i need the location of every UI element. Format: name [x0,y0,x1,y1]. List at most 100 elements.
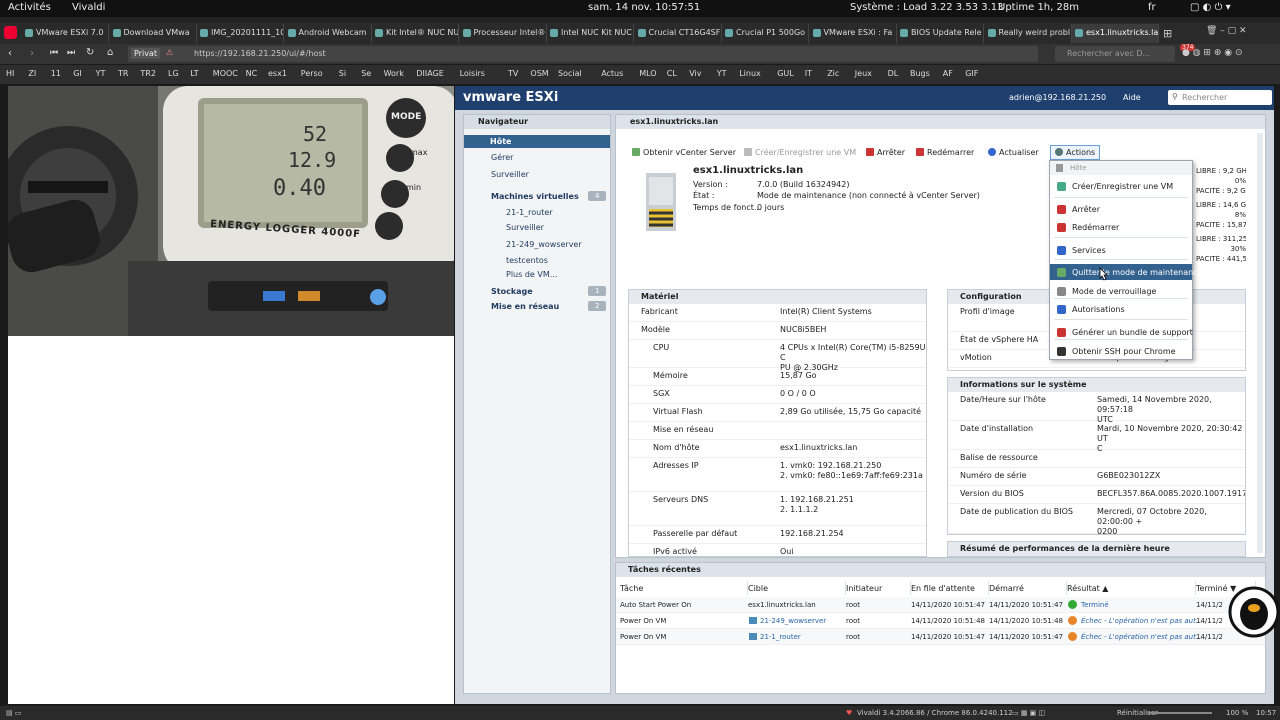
fastforward-icon[interactable]: ⏭ [67,48,75,58]
browser-tab[interactable]: Intel NUC Kit NUC [547,24,634,43]
bookmark-item[interactable]: LG [168,69,179,78]
nav-vm1-monitor[interactable]: Surveiller [506,223,544,232]
panel-toggle-icon[interactable]: ▤ ▭ [6,709,21,717]
host-item[interactable] [464,135,610,148]
home-icon[interactable]: ⌂ [107,47,113,58]
language-indicator[interactable]: fr [1148,2,1156,13]
bookmark-item[interactable]: NC [246,69,258,78]
window-controls-icon[interactable]: ▢ ◐ ⏻ ▾ [1190,2,1231,13]
web-search-field[interactable]: Rechercher avec D... [1055,46,1175,62]
browser-tab[interactable]: esx1.linuxtricks.la [1072,24,1159,43]
bookmark-item[interactable]: TV [508,69,518,78]
bookmark-item[interactable]: 11 [51,69,61,78]
forward-button-icon[interactable]: › [30,48,34,59]
browser-tab[interactable]: Crucial P1 500Go [722,24,809,43]
browser-tab[interactable]: Kit Intel® NUC NU [372,24,459,43]
actions-menu-item[interactable]: Arrêter [1050,201,1192,217]
rewind-icon[interactable]: ⏮ [50,48,58,58]
bookmark-item[interactable]: YT [717,69,727,78]
task-column-header[interactable]: Tâche [620,581,748,595]
actions-menu-item[interactable]: Créer/Enregistrer une VM [1050,178,1192,194]
browser-tab[interactable]: Android Webcam [285,24,372,43]
url-field[interactable]: Privat ⚠ https://192.168.21.250/ui/#/hos… [128,46,1038,62]
bookmark-item[interactable]: AF [943,69,953,78]
actions-menu-item[interactable]: Obtenir SSH pour Chrome [1050,343,1192,359]
bookmark-item[interactable]: GI [73,69,82,78]
bookmark-item[interactable]: DL [888,69,899,78]
task-cell[interactable]: 21-1_router [760,633,801,641]
back-button-icon[interactable]: ‹ [8,48,12,59]
nav-storage[interactable]: Stockage [491,287,533,296]
task-column-header[interactable]: En file d'attente [911,581,989,595]
browser-tab[interactable]: BIOS Update Rele [897,24,984,43]
task-row[interactable]: Auto Start Power On esx1.linuxtricks.lan r… [616,597,1265,613]
browser-tab[interactable]: Download VMwa [110,24,197,43]
bookmark-item[interactable]: Linux [739,69,761,78]
nav-monitor[interactable]: Surveiller [491,170,529,179]
browser-menu[interactable]: Vivaldi [72,2,105,13]
bookmark-item[interactable]: DIIAGE [416,69,443,78]
nav-vm-testcentos[interactable]: testcentos [506,256,548,265]
vcenter-button[interactable]: Obtenir vCenter Server [632,148,736,157]
esxi-search-field[interactable]: ⚲ Rechercher [1168,90,1272,105]
bookmark-item[interactable]: Loisirs [460,69,485,78]
actions-menu-item[interactable]: Générer un bundle de support [1050,324,1193,340]
bookmark-item[interactable]: Si [339,69,346,78]
task-row[interactable]: Power On VM 21-249_wowserver root 14/11/202… [616,613,1265,629]
bookmark-item[interactable]: GIF [965,69,978,78]
browser-tab[interactable]: IMG_20201111_10 [197,24,284,43]
browser-tab[interactable]: VMware ESXi : Fa [810,24,897,43]
bookmark-item[interactable]: esx1 [268,69,287,78]
bookmark-item[interactable]: CL [667,69,677,78]
actions-menu-item[interactable]: Mode de verrouillage [1050,283,1192,299]
actions-menu-item[interactable]: Redémarrer [1050,219,1192,235]
bookmark-item[interactable]: IT [805,69,812,78]
bookmark-item[interactable]: MLO [639,69,656,78]
bookmark-item[interactable]: Zic [827,69,839,78]
reboot-button[interactable]: Redémarrer [916,148,974,157]
bookmark-item[interactable]: OSM [530,69,548,78]
task-cell[interactable]: esx1.linuxtricks.lan [748,601,816,609]
new-tab-button[interactable]: ⊞ [1163,27,1172,40]
task-column-header[interactable]: Résultat ▲ [1067,581,1196,595]
actions-button[interactable]: Actions [1050,145,1101,160]
actions-menu-item[interactable]: Services [1050,242,1192,258]
user-menu[interactable]: adrien@192.168.21.250 [1009,93,1106,102]
bookmark-item[interactable]: Se [361,69,371,78]
browser-tab[interactable]: Processeur Intel® [460,24,547,43]
main-scrollbar[interactable] [1257,133,1263,553]
clock[interactable]: sam. 14 nov. 10:57:51 [588,2,700,13]
nav-vm-21-249-wowserver[interactable]: 21-249_wowserver [506,240,582,249]
nav-more-vms[interactable]: Plus de VM... [506,270,557,279]
extension-icons[interactable]: ● ◍ ⊞ ⊕ ◉ ⊙ [1182,48,1243,58]
bookmark-item[interactable]: Viv [689,69,701,78]
bookmark-item[interactable]: LT [190,69,198,78]
help-menu[interactable]: Aide [1123,93,1141,102]
zoom-slider[interactable] [1148,712,1212,714]
bookmark-item[interactable]: TR [118,69,128,78]
bookmark-item[interactable]: HI [6,69,14,78]
bookmark-item[interactable]: Social [558,69,582,78]
bookmark-item[interactable]: Bugs [910,69,930,78]
browser-tab[interactable]: Really weird probl [985,24,1072,43]
nav-network[interactable]: Mise en réseau [491,302,559,311]
bookmark-item[interactable]: ZI [28,69,36,78]
task-column-header[interactable]: Démarré [989,581,1067,595]
bookmark-item[interactable]: TR2 [140,69,156,78]
task-column-header[interactable]: Cible [748,581,846,595]
bookmark-item[interactable]: Actus [601,69,623,78]
nav-manage[interactable]: Gérer [491,153,513,162]
bookmark-item[interactable]: Work [384,69,404,78]
status-tools-icons[interactable]: ▭ ▦ ▣ ◫ [1012,709,1045,717]
window-buttons-icon[interactable]: 🗑 – ▢ ✕ [1206,26,1247,36]
refresh-button[interactable]: Actualiser [988,148,1039,157]
browser-tab[interactable]: VMware ESXi 7.0 [22,24,109,43]
actions-menu-item[interactable]: Quitter le mode de maintenance [1050,264,1203,280]
bookmark-item[interactable]: YT [96,69,106,78]
task-column-header[interactable]: Initiateur [846,581,911,595]
bookmark-item[interactable]: Perso [301,69,323,78]
performance-panel[interactable]: Résumé de performances de la dernière he… [947,541,1246,557]
browser-tab[interactable]: Crucial CT16G4SF [635,24,722,43]
host-item-label[interactable]: Hôte [490,137,511,146]
actions-menu-item[interactable]: Autorisations [1050,301,1192,317]
